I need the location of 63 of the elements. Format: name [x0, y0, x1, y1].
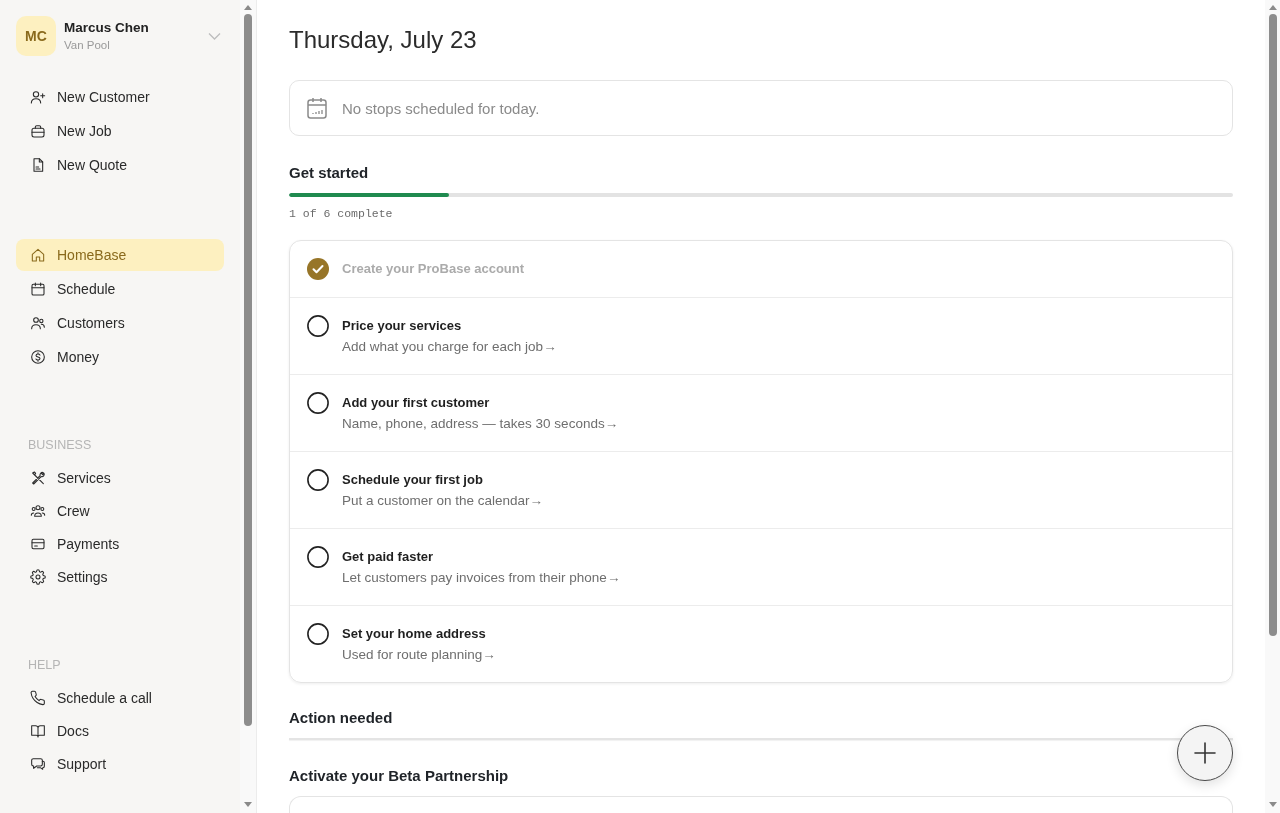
section-title: Action needed	[289, 708, 394, 728]
help-link[interactable]: Schedule a call	[16, 682, 224, 713]
nav-item[interactable]: Money	[16, 341, 224, 373]
nav-item[interactable]: Payments	[16, 528, 224, 559]
section-heading: BUSINESS	[27, 437, 93, 453]
briefcase-icon	[30, 123, 46, 139]
quick-action[interactable]: New Customer	[16, 81, 224, 113]
quick-action[interactable]: New Job	[16, 115, 224, 147]
home-icon	[30, 247, 46, 263]
document-icon	[30, 157, 46, 173]
task-description: Add what you charge for each job→	[342, 338, 557, 356]
users-icon	[30, 315, 46, 331]
arrow-up-icon[interactable]	[244, 5, 252, 10]
help-link[interactable]: Support	[16, 748, 224, 779]
section-heading: HELP	[27, 657, 62, 673]
arrow-up-icon[interactable]	[1268, 5, 1277, 10]
task-title[interactable]: Schedule your first job	[342, 471, 544, 489]
arrow-down-icon[interactable]	[244, 802, 252, 807]
phone-icon	[30, 689, 46, 706]
task-title[interactable]: Set your home address	[342, 625, 496, 643]
quick-action[interactable]: New Quote	[16, 149, 224, 181]
nav-item[interactable]: Services	[16, 462, 224, 493]
tools-icon	[30, 469, 46, 486]
task-checkbox[interactable]	[307, 392, 329, 414]
arrow-down-icon[interactable]	[1268, 802, 1277, 807]
task-title[interactable]: Add your first customer	[342, 394, 619, 412]
empty-schedule-message: No stops scheduled for today.	[342, 99, 540, 117]
task-checkbox[interactable]	[307, 315, 329, 337]
user-plus-icon	[30, 89, 46, 105]
chat-icon	[30, 755, 46, 772]
book-icon	[30, 722, 46, 739]
avatar: MC	[16, 16, 56, 56]
progress-text: 1 of 6 complete	[289, 206, 394, 222]
nav-item[interactable]: HomeBase	[16, 239, 224, 271]
task-checkbox[interactable]	[307, 623, 329, 645]
nav-item[interactable]: Customers	[16, 307, 224, 339]
calendar-icon	[307, 97, 327, 120]
scrollbar-thumb[interactable]	[1268, 14, 1277, 636]
task-checkbox[interactable]	[307, 546, 329, 568]
task-title[interactable]: Get paid faster	[342, 548, 621, 566]
help-link[interactable]: Docs	[16, 715, 224, 746]
task-description: Used for route planning→	[342, 646, 496, 664]
section-title: Activate your Beta Partnership	[289, 766, 510, 786]
plus-icon	[1194, 742, 1216, 764]
nav-item[interactable]: Crew	[16, 495, 224, 526]
calendar-icon	[30, 281, 46, 297]
nav-item[interactable]: Schedule	[16, 273, 224, 305]
dollar-circle-icon	[30, 349, 46, 365]
scrollbar-thumb[interactable]	[244, 14, 252, 726]
group-icon	[30, 502, 46, 519]
task-title[interactable]: Price your services	[342, 317, 557, 335]
task-checkbox[interactable]	[307, 258, 329, 280]
account-subtitle: Van Pool	[64, 38, 111, 53]
settings-icon	[30, 568, 46, 585]
task-description: Put a customer on the calendar→	[342, 492, 544, 510]
task-checkbox[interactable]	[307, 469, 329, 491]
add-button[interactable]	[1177, 725, 1233, 781]
user-name: Marcus Chen	[64, 19, 149, 36]
task-description: Let customers pay invoices from their phone→	[342, 569, 621, 587]
section-title: Get started	[289, 163, 370, 184]
task-description: Name, phone, address — takes 30 seconds→	[342, 415, 619, 433]
page-title: Thursday, July 23	[289, 25, 478, 55]
nav-item[interactable]: Settings	[16, 561, 224, 592]
